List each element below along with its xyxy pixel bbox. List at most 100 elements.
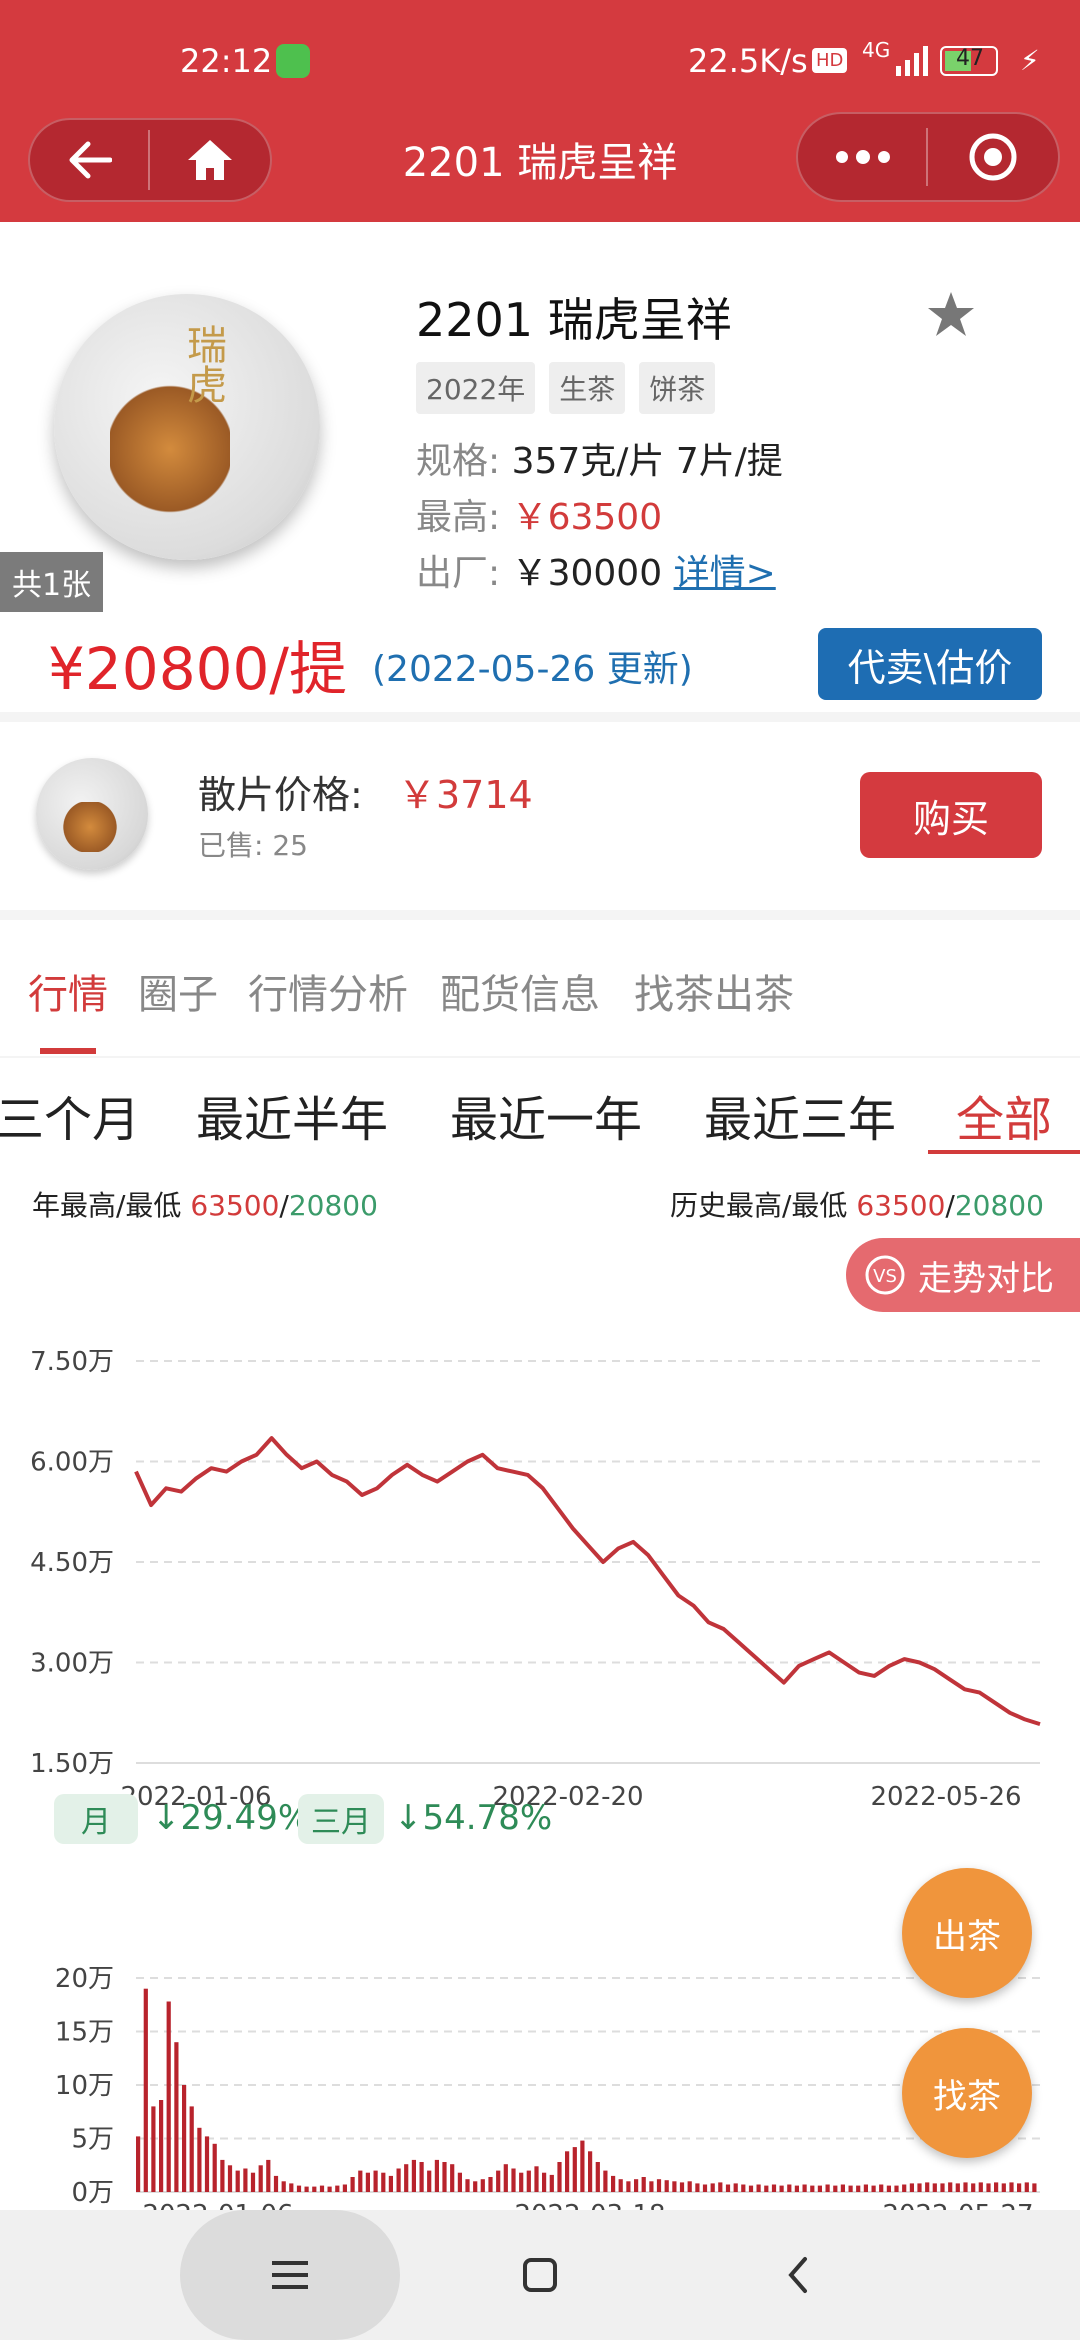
volume-bar <box>588 2151 593 2192</box>
consign-estimate-button[interactable]: 代卖\估价 <box>818 628 1042 700</box>
volume-bar <box>526 2170 531 2192</box>
hd-icon: HD <box>812 48 848 73</box>
tab-market[interactable]: 行情 <box>28 962 108 1020</box>
tag-type: 生茶 <box>549 362 626 414</box>
volume-bar <box>189 2106 194 2192</box>
close-miniapp-button[interactable] <box>928 114 1058 200</box>
volume-bar <box>381 2172 386 2192</box>
volume-bar <box>626 2181 631 2192</box>
volume-bar <box>649 2181 654 2192</box>
single-price-value: ￥3714 <box>398 773 533 817</box>
wechat-icon <box>276 44 310 78</box>
spec-label: 规格: <box>416 441 501 482</box>
line-y-tick-label: 6.00万 <box>30 1448 114 1478</box>
volume-bar <box>281 2181 286 2192</box>
volume-bar <box>787 2184 792 2192</box>
volume-bar <box>342 2184 347 2192</box>
volume-bar <box>948 2182 953 2192</box>
sold-count: 已售: 25 <box>198 829 308 862</box>
tab-circle[interactable]: 圈子 <box>138 962 218 1020</box>
volume-bar <box>771 2184 777 2192</box>
factory-label: 出厂: <box>416 553 501 594</box>
volume-bar <box>1032 2183 1037 2192</box>
menu-nav-button[interactable] <box>180 2210 400 2340</box>
volume-bar <box>618 2179 623 2192</box>
favorite-star-icon[interactable] <box>926 290 976 342</box>
history-high-low: 历史最高/最低 63500/20800 <box>670 1184 1044 1224</box>
volume-bar <box>1009 2182 1014 2192</box>
home-nav-button[interactable] <box>510 2250 570 2300</box>
volume-bar <box>557 2162 562 2192</box>
history-high-low-label: 历史最高/最低 <box>670 1189 848 1222</box>
tab-analysis[interactable]: 行情分析 <box>248 962 408 1020</box>
volume-bar <box>603 2170 608 2192</box>
update-date: (2022-05-26 更新) <box>372 649 693 690</box>
range-all[interactable]: 全部 <box>956 1080 1052 1150</box>
bar-x-tick-label: 2022-01-06 <box>142 2200 293 2210</box>
image-count-badge: 共1张 <box>0 552 104 612</box>
volume-bar <box>871 2185 876 2192</box>
volume-bar <box>978 2182 983 2192</box>
product-name: 2201 瑞虎呈祥 <box>416 293 732 347</box>
volume-bar <box>909 2183 914 2192</box>
volume-bar <box>940 2183 945 2192</box>
volume-bar <box>611 2175 616 2192</box>
volume-bar <box>182 2085 187 2192</box>
volume-bar <box>143 1988 148 2192</box>
factory-value: ￥30000 <box>511 553 663 594</box>
volume-bar <box>411 2159 416 2192</box>
year-high: 63500 <box>190 1189 280 1222</box>
buy-button[interactable]: 购买 <box>860 772 1042 858</box>
charging-icon: ⚡ <box>1020 44 1040 77</box>
single-cake-image <box>36 758 148 870</box>
signal-icon <box>896 46 930 80</box>
bar-y-tick-label: 20万 <box>55 1964 114 1994</box>
line-y-tick-label: 3.00万 <box>30 1649 114 1679</box>
volume-bar <box>388 2175 393 2192</box>
volume-bar <box>235 2170 240 2192</box>
find-tea-fab[interactable]: 找茶 <box>902 2028 1032 2158</box>
details-link[interactable]: 详情> <box>674 553 776 594</box>
volume-bar <box>886 2185 891 2192</box>
volume-bar <box>894 2185 899 2192</box>
more-dots-icon <box>836 150 890 164</box>
volume-bar <box>427 2170 432 2192</box>
volume-bar <box>373 2170 378 2192</box>
volume-bar <box>580 2140 585 2192</box>
volume-bar <box>197 2127 202 2192</box>
volume-bar <box>817 2185 822 2192</box>
volume-bar <box>273 2175 279 2192</box>
range-one-year[interactable]: 最近一年 <box>450 1080 642 1150</box>
menu-capsule <box>796 112 1060 202</box>
bar-y-tick-label: 5万 <box>71 2125 114 2155</box>
volume-bar <box>840 2184 845 2192</box>
volume-bar <box>1017 2183 1022 2192</box>
header-bar: 22:12 22.5K/s HD 4G 47 ⚡ 2201 瑞虎呈祥 <box>0 0 1080 222</box>
tag-year: 2022年 <box>416 362 536 414</box>
back-nav-button[interactable] <box>768 2250 828 2300</box>
volume-bar <box>404 2164 409 2192</box>
tab-find-tea[interactable]: 找茶出茶 <box>634 962 794 1020</box>
svg-text:VS: VS <box>873 1266 897 1287</box>
volume-bar <box>733 2183 738 2192</box>
volume-bar <box>802 2184 807 2192</box>
volume-bar <box>748 2185 754 2192</box>
product-image[interactable]: 瑞虎 <box>54 294 320 560</box>
price-line-series <box>134 1436 1041 1727</box>
volume-bar <box>151 2106 156 2192</box>
volume-bar <box>204 2136 210 2192</box>
range-three-years[interactable]: 最近三年 <box>704 1080 896 1150</box>
status-time: 22:12 <box>180 42 273 80</box>
volume-bar <box>434 2159 439 2192</box>
menu-lines-icon <box>272 2261 308 2289</box>
range-half-year[interactable]: 最近半年 <box>196 1080 388 1150</box>
tab-allocation[interactable]: 配货信息 <box>440 962 600 1020</box>
more-button[interactable] <box>798 114 928 200</box>
volume-bar <box>565 2151 570 2192</box>
volume-bar <box>825 2184 830 2192</box>
sell-tea-fab[interactable]: 出茶 <box>902 1868 1032 1998</box>
volume-bar <box>496 2170 501 2192</box>
volume-bar <box>672 2181 677 2192</box>
range-3-months[interactable]: 三个月 <box>0 1080 140 1150</box>
single-price-label: 散片价格: <box>198 773 363 817</box>
